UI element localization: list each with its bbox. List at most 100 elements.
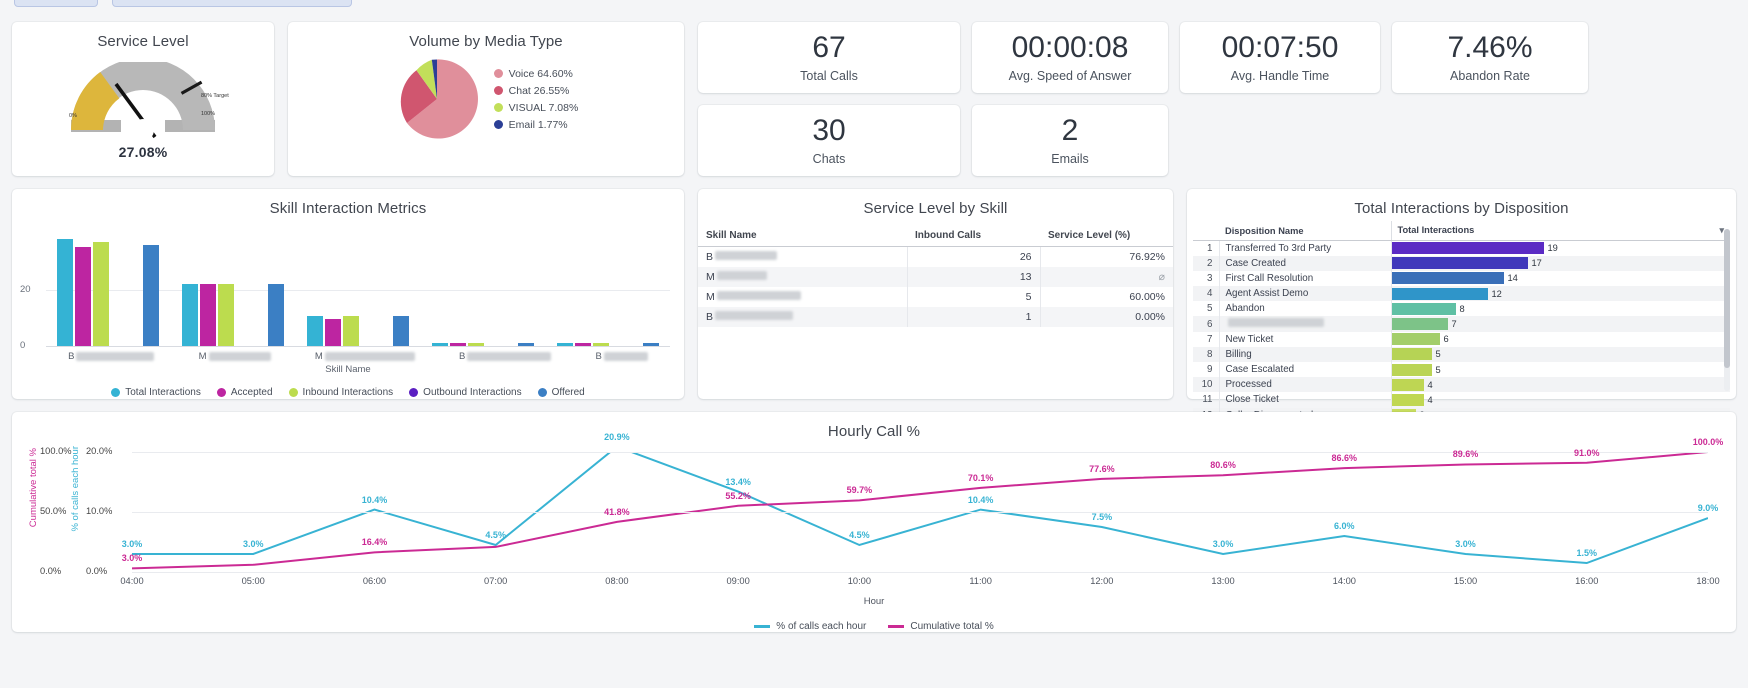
cell-disposition-name: Case Escalated: [1218, 362, 1392, 378]
table-row[interactable]: 7 New Ticket 6: [1193, 331, 1730, 347]
scrollbar-thumb[interactable]: [1724, 229, 1730, 369]
cell-total-interactions: 19: [1391, 241, 1730, 256]
cell-disposition-name: Agent Assist Demo: [1218, 286, 1392, 302]
legend-swatch-visual: [493, 103, 503, 112]
kpi-avg-handle-time: 00:07:50 Avg. Handle Time: [1180, 22, 1380, 93]
kpi-label: Total Calls: [800, 68, 858, 83]
legend-label: Cumulative total %: [910, 621, 994, 632]
table-row[interactable]: 4 Agent Assist Demo 12: [1193, 286, 1730, 302]
skill-x-axis-ticks: B M M B B: [46, 351, 670, 362]
table-row[interactable]: 10 Processed 4: [1193, 377, 1730, 393]
column-header-disposition-name[interactable]: Disposition Name: [1219, 221, 1392, 241]
legend-label: Total Interactions: [125, 387, 201, 398]
kpi-emails: 2 Emails: [972, 105, 1168, 176]
cell-disposition-name: Case Created: [1218, 255, 1392, 271]
service-level-title: Service Level: [97, 33, 189, 50]
data-point-label: 13.4%: [725, 476, 751, 487]
data-point-label: 3.0%: [1455, 539, 1476, 549]
skill-y-tick-0: 0: [20, 340, 26, 351]
table-row[interactable]: 5 Abandon 8: [1193, 301, 1730, 317]
skill-x-tick: M: [315, 351, 415, 362]
data-point-label: 91.0%: [1574, 447, 1600, 458]
table-row[interactable]: 11 Close Ticket 4: [1193, 392, 1730, 408]
table-row[interactable]: B 26 76.92%: [698, 246, 1173, 267]
column-header-skill-name[interactable]: Skill Name: [698, 225, 907, 247]
legend-label: % of calls each hour: [776, 621, 867, 632]
legend-item: Cumulative total %: [888, 621, 994, 632]
hourly-y-left-tick-100: 100.0%: [40, 446, 72, 456]
legend-label: Outbound Interactions: [423, 387, 522, 398]
bar-inbound-interactions: [342, 316, 359, 347]
cell-disposition-name: Abandon: [1218, 301, 1392, 317]
data-point-label: 3.0%: [242, 539, 264, 549]
disposition-bar: [1391, 393, 1424, 406]
dashboard-row-3: Hourly Call % Cumulative total % % of ca…: [12, 412, 1736, 632]
kpi-avg-speed-of-answer: 00:00:08 Avg. Speed of Answer: [972, 22, 1168, 93]
disposition-bar: [1391, 287, 1488, 300]
kpi-value: 00:00:08: [1011, 31, 1129, 65]
legend-item: Offered: [537, 387, 585, 398]
cell-total-interactions: 8: [1391, 301, 1730, 316]
disposition-scrollbar[interactable]: [1724, 229, 1730, 391]
table-row[interactable]: M 13 ⌀: [698, 267, 1173, 287]
kpi-value: 67: [812, 31, 846, 65]
table-row[interactable]: 67: [1193, 316, 1730, 332]
gauge-min-label: 0%: [69, 113, 77, 119]
cell-disposition-name: [1218, 316, 1392, 332]
table-row[interactable]: 9 Case Escalated 5: [1193, 362, 1730, 378]
legend-swatch-accepted: [216, 388, 226, 397]
kpi-total-calls: 67 Total Calls: [698, 22, 960, 93]
disposition-bar: [1391, 257, 1528, 270]
hourly-y-right-axis-title: % of calls each hour: [70, 446, 81, 532]
service-level-card: Service Level 0% 100% 80% Target 27.08%: [12, 22, 274, 176]
table-row[interactable]: M 5 60.00%: [698, 287, 1173, 307]
x-axis-tick: 13:00: [1211, 576, 1235, 586]
kpi-value: 7.46%: [1447, 31, 1533, 65]
cell-index: 11: [1202, 394, 1213, 406]
kpi-abandon-rate: 7.46% Abandon Rate: [1392, 22, 1588, 93]
legend-swatch-calls-each-hour: [754, 625, 771, 628]
disposition-bar: [1391, 302, 1456, 315]
column-header-service-level[interactable]: Service Level (%): [1040, 225, 1173, 247]
x-axis-tick: 11:00: [969, 576, 992, 586]
legend-swatch-outbound-interactions: [409, 388, 419, 397]
data-point-label: 3.0%: [121, 553, 143, 564]
kpi-chats: 30 Chats: [698, 105, 960, 176]
legend-swatch-email: [493, 120, 503, 129]
cell-inbound-calls: 1: [907, 307, 1041, 327]
gauge-max-label: 100%: [201, 111, 215, 117]
filter-chip-2[interactable]: [112, 0, 352, 7]
cell-index: 6: [1207, 318, 1213, 330]
table-row[interactable]: 2 Case Created 17: [1193, 255, 1730, 271]
disposition-value: 7: [1451, 319, 1457, 330]
legend-label: VISUAL 7.08%: [508, 101, 579, 114]
disposition-bar: [1391, 333, 1440, 346]
cell-service-level: 76.92%: [1129, 251, 1165, 263]
cell-total-interactions: 5: [1391, 347, 1730, 362]
hourly-y-right-tick-0: 0.0%: [86, 566, 108, 576]
cell-service-level: 60.00%: [1129, 291, 1165, 303]
x-axis-tick: 12:00: [1090, 576, 1114, 586]
cell-index: 9: [1207, 364, 1213, 376]
skill-chart-legend: Total Interactions Accepted Inbound Inte…: [12, 387, 684, 398]
x-axis-tick: 18:00: [1696, 576, 1720, 586]
skill-x-tick: B: [459, 351, 552, 362]
table-row[interactable]: 8 Billing 5: [1193, 346, 1730, 362]
skill-x-tick: B: [68, 351, 155, 362]
x-axis-tick: 15:00: [1453, 576, 1478, 586]
skill-bar-chart: 20 0: [20, 227, 670, 351]
x-axis-tick: 10:00: [847, 576, 872, 586]
disposition-bar: [1391, 318, 1448, 331]
column-header-inbound-calls[interactable]: Inbound Calls: [907, 225, 1040, 247]
table-row[interactable]: 3 First Call Resolution 14: [1193, 270, 1730, 287]
data-point-label: 9.0%: [1697, 503, 1719, 513]
kpi-value: 00:07:50: [1221, 31, 1339, 65]
column-header-total-interactions[interactable]: Total Interactions ▾: [1391, 221, 1730, 241]
table-row[interactable]: B 1 0.00%: [698, 307, 1173, 327]
x-axis-tick: 04:00: [120, 576, 144, 586]
bar-total-interactions: [306, 316, 323, 347]
filter-chip-1[interactable]: [14, 0, 98, 7]
x-axis-tick: 16:00: [1575, 576, 1599, 586]
table-row[interactable]: 1 Transferred To 3rd Party 19: [1193, 240, 1730, 256]
disposition-value: 19: [1547, 243, 1558, 254]
